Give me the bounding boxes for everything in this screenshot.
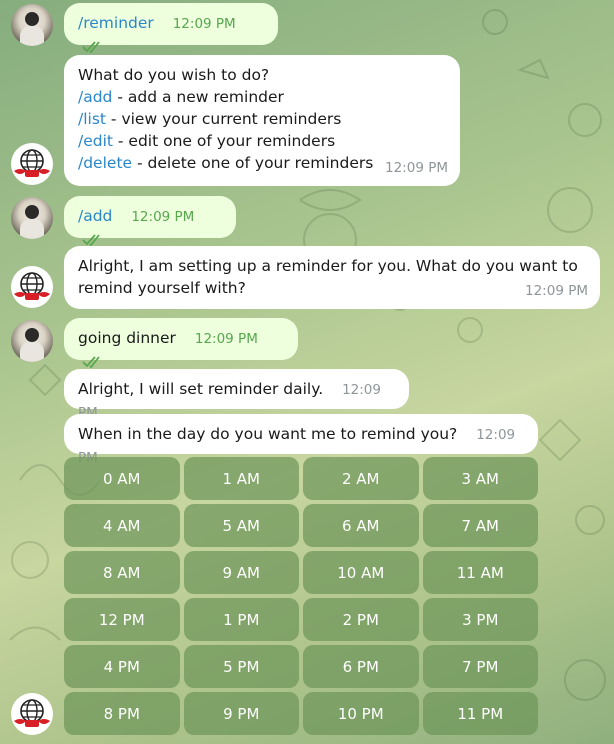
menu-line: /add - add a new reminder	[78, 88, 284, 106]
bot-avatar[interactable]	[11, 693, 53, 735]
globe-icon	[14, 699, 50, 727]
double-check-icon	[82, 41, 100, 53]
hour-button[interactable]: 0 AM	[64, 457, 180, 500]
keyboard-row: 0 AM 1 AM 2 AM 3 AM	[64, 457, 538, 500]
inline-keyboard: 0 AM 1 AM 2 AM 3 AM 4 AM 5 AM 6 AM 7 AM …	[64, 457, 538, 739]
hour-button[interactable]: 4 AM	[64, 504, 180, 547]
keyboard-row: 8 PM 9 PM 10 PM 11 PM	[64, 692, 538, 735]
message-time: 12:09 PM	[385, 160, 448, 176]
message-bubble-incoming[interactable]: Alright, I am setting up a reminder for …	[64, 246, 600, 309]
menu-line: /list - view your current reminders	[78, 110, 342, 128]
command-link[interactable]: /add	[78, 207, 112, 225]
command-link-delete[interactable]: /delete	[78, 154, 132, 172]
double-check-icon	[82, 234, 100, 246]
double-check-icon	[82, 356, 100, 368]
user-avatar[interactable]	[11, 320, 53, 362]
hour-button[interactable]: 8 AM	[64, 551, 180, 594]
hour-button[interactable]: 10 AM	[303, 551, 419, 594]
hour-button[interactable]: 1 AM	[183, 457, 299, 500]
message-bubble-incoming[interactable]: When in the day do you want me to remind…	[64, 414, 538, 466]
message-time: 12:09 PM	[525, 283, 588, 299]
hour-button[interactable]: 9 AM	[183, 551, 299, 594]
menu-line: /edit - edit one of your reminders	[78, 132, 336, 150]
keyboard-row: 12 PM 1 PM 2 PM 3 PM	[64, 598, 538, 641]
message-bubble-outgoing[interactable]: going dinner 12:09 PM	[64, 318, 298, 368]
hour-button[interactable]: 11 PM	[422, 692, 538, 735]
globe-icon	[14, 149, 50, 177]
keyboard-row: 4 PM 5 PM 6 PM 7 PM	[64, 645, 538, 688]
hour-button[interactable]: 9 PM	[183, 692, 299, 735]
hour-button[interactable]: 12 PM	[64, 598, 180, 641]
hour-button[interactable]: 7 AM	[422, 504, 538, 547]
hour-button[interactable]: 6 PM	[303, 645, 419, 688]
message-text: When in the day do you want me to remind…	[78, 425, 458, 443]
hour-button[interactable]: 5 PM	[183, 645, 299, 688]
hour-button[interactable]: 1 PM	[183, 598, 299, 641]
hour-button[interactable]: 2 PM	[303, 598, 419, 641]
keyboard-row: 4 AM 5 AM 6 AM 7 AM	[64, 504, 538, 547]
hour-button[interactable]: 8 PM	[64, 692, 180, 735]
message-time: 12:09 PM	[172, 16, 236, 32]
message-text: remind yourself with?	[78, 279, 246, 297]
keyboard-row: 8 AM 9 AM 10 AM 11 AM	[64, 551, 538, 594]
message-bubble-outgoing[interactable]: /reminder 12:09 PM	[64, 3, 278, 53]
hour-button[interactable]: 5 AM	[183, 504, 299, 547]
message-time: 12:09 PM	[131, 209, 195, 225]
command-link-add[interactable]: /add	[78, 88, 112, 106]
message-bubble-outgoing[interactable]: /add 12:09 PM	[64, 196, 236, 246]
hour-button[interactable]: 3 AM	[422, 457, 538, 500]
hour-button[interactable]: 7 PM	[422, 645, 538, 688]
user-avatar[interactable]	[11, 197, 53, 239]
globe-icon	[14, 272, 50, 300]
hour-button[interactable]: 2 AM	[303, 457, 419, 500]
hour-button[interactable]: 10 PM	[303, 692, 419, 735]
command-link-list[interactable]: /list	[78, 110, 106, 128]
message-text: Alright, I am setting up a reminder for …	[78, 257, 578, 275]
hour-button[interactable]: 11 AM	[422, 551, 538, 594]
hour-button[interactable]: 4 PM	[64, 645, 180, 688]
bot-avatar[interactable]	[11, 143, 53, 185]
message-text: going dinner	[78, 329, 176, 347]
message-bubble-incoming[interactable]: What do you wish to do? /add - add a new…	[64, 55, 460, 186]
message-text: Alright, I will set reminder daily.	[78, 380, 324, 398]
message-bubble-incoming[interactable]: Alright, I will set reminder daily. 12:0…	[64, 369, 409, 421]
user-avatar[interactable]	[11, 4, 53, 46]
command-link[interactable]: /reminder	[78, 14, 154, 32]
message-time: 12:09 PM	[194, 331, 258, 347]
bot-avatar[interactable]	[11, 266, 53, 308]
command-link-edit[interactable]: /edit	[78, 132, 113, 150]
menu-line: What do you wish to do?	[78, 66, 270, 84]
hour-button[interactable]: 6 AM	[303, 504, 419, 547]
hour-button[interactable]: 3 PM	[422, 598, 538, 641]
